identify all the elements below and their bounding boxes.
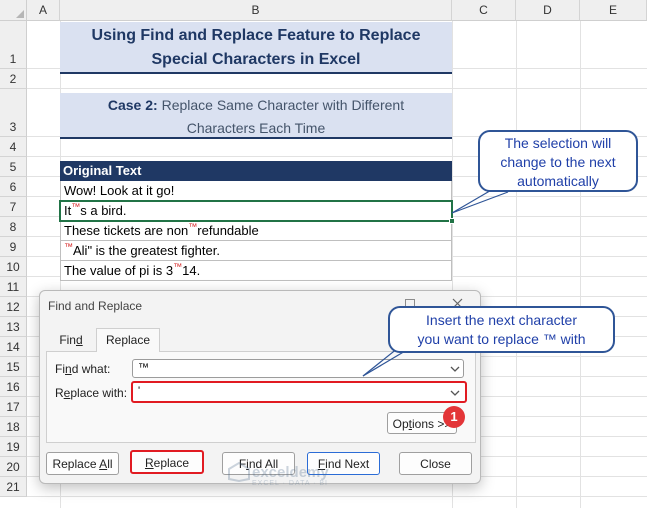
sheet-title-line2: Special Characters in Excel xyxy=(151,51,361,68)
insert-callout: Insert the next character you want to re… xyxy=(388,306,615,353)
row-header[interactable]: 4 xyxy=(0,137,27,157)
row-header[interactable]: 14 xyxy=(0,337,27,357)
column-header-c[interactable]: C xyxy=(452,0,516,21)
trademark-symbol: ™ xyxy=(173,261,183,272)
selection-callout: The selection will change to the next au… xyxy=(478,130,638,192)
tab-find[interactable]: Find xyxy=(48,329,94,351)
table-row[interactable]: Wow! Look at it go! xyxy=(60,181,452,201)
row-header[interactable]: 7 xyxy=(0,197,27,217)
close-button[interactable]: Close xyxy=(399,452,472,475)
replace-with-label: Replace with: xyxy=(55,386,128,400)
row-header[interactable]: 9 xyxy=(0,237,27,257)
trademark-symbol: ™ xyxy=(64,241,73,252)
watermark-tagline: EXCEL · DATA · BI xyxy=(252,480,328,487)
column-header-d[interactable]: D xyxy=(516,0,580,21)
row-header[interactable]: 6 xyxy=(0,177,27,197)
row-header[interactable]: 20 xyxy=(0,457,27,477)
row-header[interactable]: 5 xyxy=(0,157,27,177)
dialog-title: Find and Replace xyxy=(48,299,143,313)
table-row[interactable]: The value of pi is 3™14. xyxy=(60,261,452,281)
find-what-label: Find what: xyxy=(55,362,111,376)
row-header[interactable]: 19 xyxy=(0,437,27,457)
tab-replace[interactable]: Replace xyxy=(96,328,160,352)
select-all-corner[interactable] xyxy=(0,0,27,21)
step-badge: 1 xyxy=(443,406,465,428)
replace-button[interactable]: Replace xyxy=(130,450,204,474)
watermark-name: exceldemy xyxy=(252,464,329,481)
sheet-title: Using Find and Replace Feature to Replac… xyxy=(60,22,452,74)
exceldemy-logo-icon xyxy=(228,462,250,482)
row-header[interactable]: 8 xyxy=(0,217,27,237)
watermark: exceldemy EXCEL · DATA · BI xyxy=(228,462,329,488)
table-row[interactable]: ™Ali" is the greatest fighter. xyxy=(60,241,452,261)
table-header: Original Text xyxy=(60,161,452,181)
active-cell-selection[interactable] xyxy=(59,200,453,222)
chevron-down-icon[interactable] xyxy=(448,385,462,401)
case-line1: Replace Same Character with Different xyxy=(157,97,405,113)
row-header[interactable]: 11 xyxy=(0,277,27,297)
row-header[interactable]: 12 xyxy=(0,297,27,317)
row-header[interactable]: 16 xyxy=(0,377,27,397)
row-header[interactable]: 15 xyxy=(0,357,27,377)
table-row[interactable]: These tickets are non™refundable xyxy=(60,221,452,241)
column-header-e[interactable]: E xyxy=(580,0,647,21)
case-line2: Characters Each Time xyxy=(186,120,326,136)
row-header[interactable]: 18 xyxy=(0,417,27,437)
row-header[interactable]: 2 xyxy=(0,69,27,89)
row-header[interactable]: 3 xyxy=(0,89,27,137)
replace-all-button[interactable]: Replace All xyxy=(46,452,119,475)
row-header[interactable]: 21 xyxy=(0,477,27,497)
replace-with-input[interactable]: ' xyxy=(131,381,467,403)
case-heading: Case 2: Replace Same Character with Diff… xyxy=(60,93,452,139)
trademark-symbol: ™ xyxy=(188,221,198,232)
column-header-b[interactable]: B xyxy=(60,0,452,21)
chevron-down-icon[interactable] xyxy=(448,361,462,377)
column-header-a[interactable]: A xyxy=(27,0,60,21)
row-header[interactable]: 13 xyxy=(0,317,27,337)
sheet-title-line1: Using Find and Replace Feature to Replac… xyxy=(91,27,421,44)
row-header[interactable]: 10 xyxy=(0,257,27,277)
row-header[interactable]: 17 xyxy=(0,397,27,417)
row-header[interactable]: 1 xyxy=(0,21,27,69)
case-label: Case 2: xyxy=(107,97,158,113)
